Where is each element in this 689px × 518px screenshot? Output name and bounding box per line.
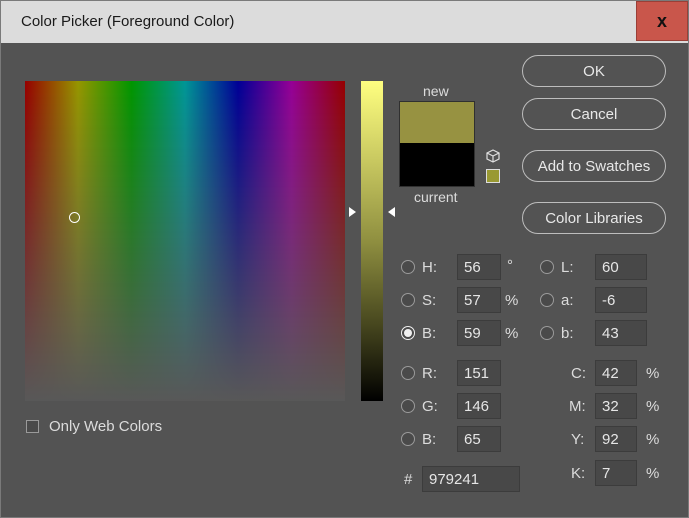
radio-l[interactable] <box>540 260 554 274</box>
radio-r[interactable] <box>401 366 415 380</box>
brightness-unit: % <box>505 325 519 342</box>
m-unit: % <box>646 398 660 415</box>
c-input[interactable]: 42 <box>595 360 637 386</box>
field-label-r: R: <box>422 365 437 382</box>
websafe-color-swatch[interactable] <box>486 169 500 183</box>
a-input[interactable]: -6 <box>595 287 647 313</box>
field-label-l: L: <box>561 259 574 276</box>
h-input[interactable]: 56 <box>457 254 501 280</box>
only-web-colors-label: Only Web Colors <box>49 418 163 435</box>
lab-b-input[interactable]: 43 <box>595 320 647 346</box>
l-input[interactable]: 60 <box>595 254 647 280</box>
color-libraries-button[interactable]: Color Libraries <box>522 202 666 234</box>
radio-s[interactable] <box>401 293 415 307</box>
color-slider[interactable] <box>361 81 383 401</box>
only-web-colors-checkbox[interactable] <box>26 420 39 433</box>
hex-input[interactable]: 979241 <box>422 466 520 492</box>
s-input[interactable]: 57 <box>457 287 501 313</box>
cancel-button[interactable]: Cancel <box>522 98 666 130</box>
current-color-label: current <box>414 189 458 205</box>
radio-a[interactable] <box>540 293 554 307</box>
radio-b[interactable] <box>401 432 415 446</box>
b-input[interactable]: 65 <box>457 426 501 452</box>
websafe-cube-icon[interactable] <box>486 149 500 163</box>
close-button[interactable]: x <box>636 1 688 41</box>
close-icon: x <box>656 10 667 31</box>
hex-label: # <box>404 471 413 488</box>
r-input[interactable]: 151 <box>457 360 501 386</box>
field-label-g: G: <box>422 398 438 415</box>
field-label-y: Y: <box>571 431 585 448</box>
m-input[interactable]: 32 <box>595 393 637 419</box>
field-label-lab-b: b: <box>561 325 574 342</box>
color-field[interactable] <box>25 81 345 401</box>
field-label-m: M: <box>569 398 586 415</box>
radio-brightness[interactable] <box>401 326 415 340</box>
field-label-b: B: <box>422 431 437 448</box>
c-unit: % <box>646 365 660 382</box>
new-color-swatch <box>399 101 475 143</box>
field-label-k: K: <box>571 465 586 482</box>
brightness-input[interactable]: 59 <box>457 320 501 346</box>
field-label-a: a: <box>561 292 574 309</box>
color-picker-dialog: Color Picker (Foreground Color) x new cu… <box>0 0 689 518</box>
title-bar[interactable]: Color Picker (Foreground Color) x <box>1 1 688 43</box>
radio-h[interactable] <box>401 260 415 274</box>
g-input[interactable]: 146 <box>457 393 501 419</box>
add-to-swatches-button[interactable]: Add to Swatches <box>522 150 666 182</box>
h-unit: ° <box>507 257 513 274</box>
y-unit: % <box>646 431 660 448</box>
y-input[interactable]: 92 <box>595 426 637 452</box>
ok-button[interactable]: OK <box>522 55 666 87</box>
field-label-s: S: <box>422 292 437 309</box>
color-field-marker[interactable] <box>69 212 80 223</box>
radio-lab-b[interactable] <box>540 326 554 340</box>
color-field-brightness <box>25 81 345 401</box>
k-input[interactable]: 7 <box>595 460 637 486</box>
slider-left-arrow-icon[interactable] <box>349 207 356 217</box>
s-unit: % <box>505 292 519 309</box>
radio-g[interactable] <box>401 399 415 413</box>
field-label-c: C: <box>571 365 586 382</box>
current-color-swatch[interactable] <box>399 143 475 187</box>
field-label-h: H: <box>422 259 437 276</box>
new-color-label: new <box>423 83 449 99</box>
field-label-brightness: B: <box>422 325 437 342</box>
k-unit: % <box>646 465 660 482</box>
window-title: Color Picker (Foreground Color) <box>21 13 235 30</box>
slider-right-arrow-icon[interactable] <box>388 207 395 217</box>
